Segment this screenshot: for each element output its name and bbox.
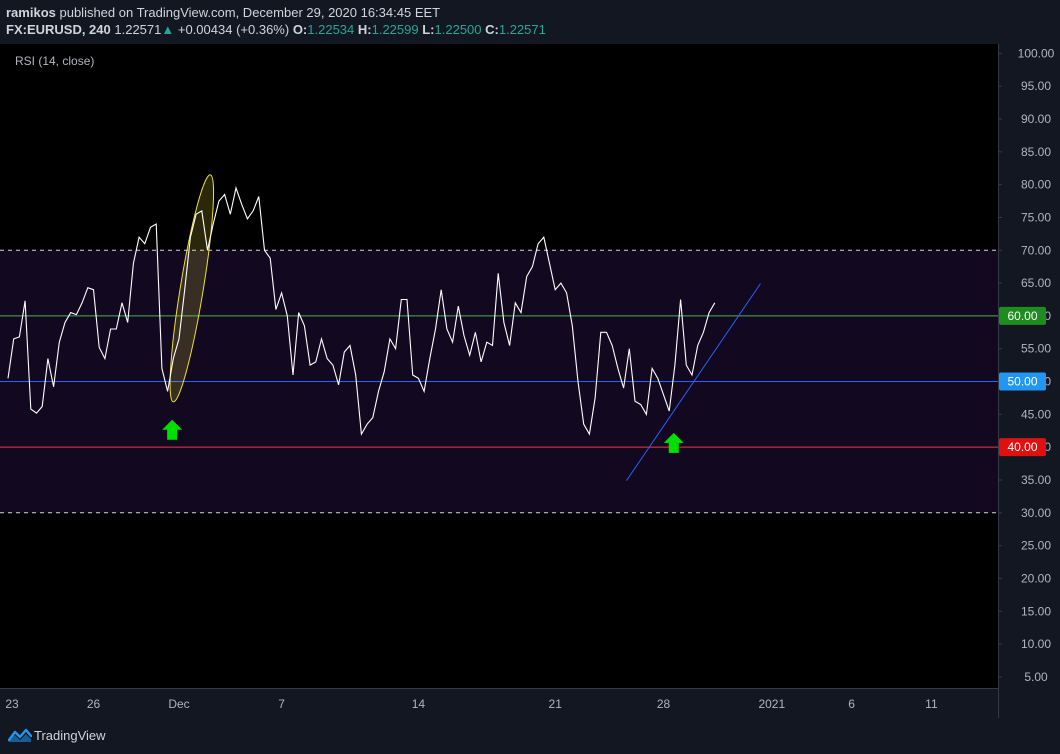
x-tick-label: 26 (87, 697, 101, 711)
y-tick-label: 80.00 (1021, 178, 1051, 192)
chart-header: ramikos published on TradingView.com, De… (0, 0, 1060, 44)
close-label: C: (485, 22, 499, 37)
level-label-60[interactable]: 60.00 (1007, 309, 1037, 323)
y-tick-label: 20.00 (1021, 571, 1051, 585)
y-tick-label: 10.00 (1021, 637, 1051, 651)
y-tick-label: 65.00 (1021, 276, 1051, 290)
y-tick-label: 15.00 (1021, 604, 1051, 618)
y-tick-label: 30.00 (1021, 506, 1051, 520)
last-price: 1.22571 (114, 22, 162, 37)
rsi-chart[interactable]: 100.0095.0090.0085.0080.0075.0070.0065.0… (0, 0, 1060, 754)
y-tick-label: 95.00 (1021, 79, 1051, 93)
close-value: 1.22571 (498, 22, 546, 37)
x-tick-label: 23 (5, 697, 19, 711)
y-tick-label: 90.00 (1021, 112, 1051, 126)
x-tick-label: 28 (657, 697, 671, 711)
publish-text: published on TradingView.com, December 2… (55, 5, 441, 20)
y-tick-label: 45.00 (1021, 407, 1051, 421)
y-tick-label: 35.00 (1021, 473, 1051, 487)
symbol-label[interactable]: FX:EURUSD, 240 (6, 22, 111, 37)
tradingview-logo-icon[interactable] (8, 727, 32, 743)
x-tick-label: 21 (549, 697, 563, 711)
footer: TradingView (0, 718, 1060, 754)
x-tick-label: 6 (848, 697, 855, 711)
y-tick-label: 70.00 (1021, 243, 1051, 257)
x-tick-label: 2021 (758, 697, 785, 711)
x-tick-label: 14 (412, 697, 426, 711)
level-label-40[interactable]: 40.00 (1007, 440, 1037, 454)
x-tick-label: 11 (925, 697, 938, 711)
indicator-title: RSI (14, close) (15, 54, 94, 68)
high-value: 1.22599 (371, 22, 419, 37)
up-triangle-icon: ▲ (161, 22, 175, 37)
symbol-info: FX:EURUSD, 240 1.22571▲ +0.00434 (+0.36%… (6, 22, 546, 37)
open-label: O: (292, 22, 308, 37)
y-tick-label: 55.00 (1021, 342, 1051, 356)
y-tick-label: 75.00 (1021, 210, 1051, 224)
low-value: 1.22500 (434, 22, 482, 37)
level-label-50[interactable]: 50.00 (1007, 375, 1037, 389)
price-change: +0.00434 (+0.36%) (177, 22, 290, 37)
x-tick-label: Dec (168, 697, 189, 711)
low-label: L: (422, 22, 435, 37)
y-tick-label: 25.00 (1021, 539, 1051, 553)
author-name[interactable]: ramikos (6, 5, 56, 20)
open-value: 1.22534 (307, 22, 355, 37)
y-tick-label: 5.00 (1024, 670, 1048, 684)
high-label: H: (357, 22, 372, 37)
x-tick-label: 7 (278, 697, 285, 711)
tradingview-brand[interactable]: TradingView (34, 728, 106, 743)
y-tick-label: 85.00 (1021, 145, 1051, 159)
publish-info: ramikos published on TradingView.com, De… (6, 5, 440, 20)
y-tick-label: 100.00 (1018, 46, 1055, 60)
